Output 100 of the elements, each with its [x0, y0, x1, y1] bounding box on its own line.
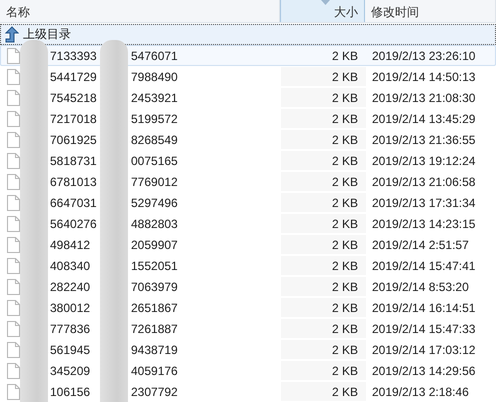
file-name: 282240	[50, 280, 90, 294]
file-name: 561945	[50, 342, 90, 356]
file-name: 408340	[50, 258, 90, 272]
file-name: 7217018	[50, 112, 97, 126]
file-name: 5441729	[50, 70, 97, 84]
file-icon	[7, 258, 20, 274]
modified-date: 2019/2/14 15:47:33	[372, 322, 476, 336]
file-name: 1552051	[131, 258, 178, 272]
file-size: 2 KB	[332, 384, 358, 398]
file-name: 2453921	[131, 90, 178, 104]
file-size: 2 KB	[332, 342, 358, 356]
column-header[interactable]: 修改时间	[365, 0, 496, 22]
file-name: 4882803	[131, 216, 178, 230]
file-size: 2 KB	[332, 70, 358, 84]
file-icon	[7, 342, 20, 358]
file-size: 2 KB	[332, 112, 358, 126]
file-icon	[7, 152, 20, 168]
sort-arrow-icon	[321, 0, 330, 5]
modified-date: 2019/2/14 2:51:57	[372, 238, 469, 252]
up-arrow-icon	[5, 26, 19, 43]
file-row[interactable]: 7217018 5199572 2 KB 2019/2/14 13:45:29	[0, 108, 496, 129]
modified-date: 2019/2/14 17:03:12	[372, 342, 476, 356]
file-name: 4059176	[131, 364, 178, 378]
file-name: 6781013	[50, 174, 97, 188]
modified-date: 2019/2/13 14:29:56	[372, 364, 476, 378]
file-name: 498412	[50, 238, 90, 252]
file-icon	[7, 300, 20, 316]
modified-date: 2019/2/13 14:23:15	[372, 216, 476, 230]
file-name: 8268549	[131, 132, 178, 146]
file-size: 2 KB	[332, 216, 358, 230]
modified-date: 2019/2/14 15:47:41	[372, 258, 476, 272]
modified-date: 2019/2/14 13:45:29	[372, 112, 476, 126]
modified-date: 2019/2/13 21:08:30	[372, 90, 476, 104]
file-row[interactable]: 282240 7063979 2 KB 2019/2/14 8:53:20	[0, 276, 496, 297]
file-icon	[7, 278, 20, 294]
file-row[interactable]: 7545218 2453921 2 KB 2019/2/13 21:08:30	[0, 87, 496, 108]
file-size: 2 KB	[332, 48, 358, 62]
file-name: 5297496	[131, 196, 178, 210]
file-row[interactable]: 345209 4059176 2 KB 2019/2/13 14:29:56	[0, 360, 496, 381]
file-size: 2 KB	[332, 280, 358, 294]
file-row[interactable]: 5441729 7988490 2 KB 2019/2/14 14:50:13	[0, 66, 496, 87]
file-name: 7988490	[131, 70, 178, 84]
file-size: 2 KB	[332, 322, 358, 336]
file-name: 7133393	[50, 48, 97, 62]
file-name: 0075165	[131, 154, 178, 168]
file-icon	[7, 68, 20, 84]
file-icon	[7, 362, 20, 378]
column-header[interactable]: 大小	[280, 0, 365, 22]
file-name: 7261887	[131, 322, 178, 336]
file-icon	[7, 216, 20, 232]
file-icon	[7, 48, 20, 64]
file-row[interactable]: 7061925 8268549 2 KB 2019/2/13 21:36:55	[0, 129, 496, 150]
modified-date: 2019/2/14 8:53:20	[372, 280, 469, 294]
file-name: 5818731	[50, 154, 97, 168]
file-name: 345209	[50, 364, 90, 378]
file-row[interactable]: 6647031 5297496 2 KB 2019/2/13 17:31:34	[0, 192, 496, 213]
modified-date: 2019/2/13 21:36:55	[372, 132, 476, 146]
file-size: 2 KB	[332, 90, 358, 104]
file-name: 2307792	[131, 384, 178, 398]
file-size: 2 KB	[332, 174, 358, 188]
file-name: 9438719	[131, 342, 178, 356]
file-name: 2651867	[131, 300, 178, 314]
file-icon	[7, 384, 20, 400]
file-row[interactable]: 498412 2059907 2 KB 2019/2/14 2:51:57	[0, 234, 496, 255]
file-row[interactable]: 561945 9438719 2 KB 2019/2/14 17:03:12	[0, 339, 496, 360]
file-name: 5476071	[131, 48, 178, 62]
file-size: 2 KB	[332, 238, 358, 252]
file-size: 2 KB	[332, 364, 358, 378]
modified-date: 2019/2/13 17:31:34	[372, 196, 476, 210]
file-name: 7545218	[50, 90, 97, 104]
modified-date: 2019/2/13 19:12:24	[372, 154, 476, 168]
file-name: 5640276	[50, 216, 97, 230]
modified-date: 2019/2/14 16:14:51	[372, 300, 476, 314]
modified-date: 2019/2/14 14:50:13	[372, 70, 476, 84]
file-row[interactable]: 6781013 7769012 2 KB 2019/2/13 21:06:58	[0, 171, 496, 192]
file-icon	[7, 320, 20, 336]
file-size: 2 KB	[332, 132, 358, 146]
file-size: 2 KB	[332, 154, 358, 168]
modified-date: 2019/2/13 21:06:58	[372, 174, 476, 188]
file-row[interactable]: 106156 2307792 2 KB 2019/2/13 2:18:46	[0, 381, 496, 402]
file-name: 7061925	[50, 132, 97, 146]
file-row[interactable]: 380012 2651867 2 KB 2019/2/14 16:14:51	[0, 297, 496, 318]
modified-date: 2019/2/13 23:26:10	[372, 48, 476, 62]
file-icon	[7, 236, 20, 252]
file-size: 2 KB	[332, 258, 358, 272]
file-name: 777836	[50, 322, 90, 336]
file-name: 7769012	[131, 174, 178, 188]
parent-folder-row[interactable]: 上级目录	[0, 24, 496, 45]
file-icon	[7, 132, 20, 148]
file-icon	[7, 194, 20, 210]
file-icon	[7, 90, 20, 106]
file-row[interactable]: 5640276 4882803 2 KB 2019/2/13 14:23:15	[0, 213, 496, 234]
file-name: 106156	[50, 384, 90, 398]
file-row[interactable]: 777836 7261887 2 KB 2019/2/14 15:47:33	[0, 318, 496, 339]
file-name: 6647031	[50, 196, 97, 210]
file-size: 2 KB	[332, 300, 358, 314]
file-row[interactable]: 408340 1552051 2 KB 2019/2/14 15:47:41	[0, 255, 496, 276]
file-row[interactable]: 5818731 0075165 2 KB 2019/2/13 19:12:24	[0, 150, 496, 171]
file-name: 7063979	[131, 280, 178, 294]
file-icon	[7, 110, 20, 126]
